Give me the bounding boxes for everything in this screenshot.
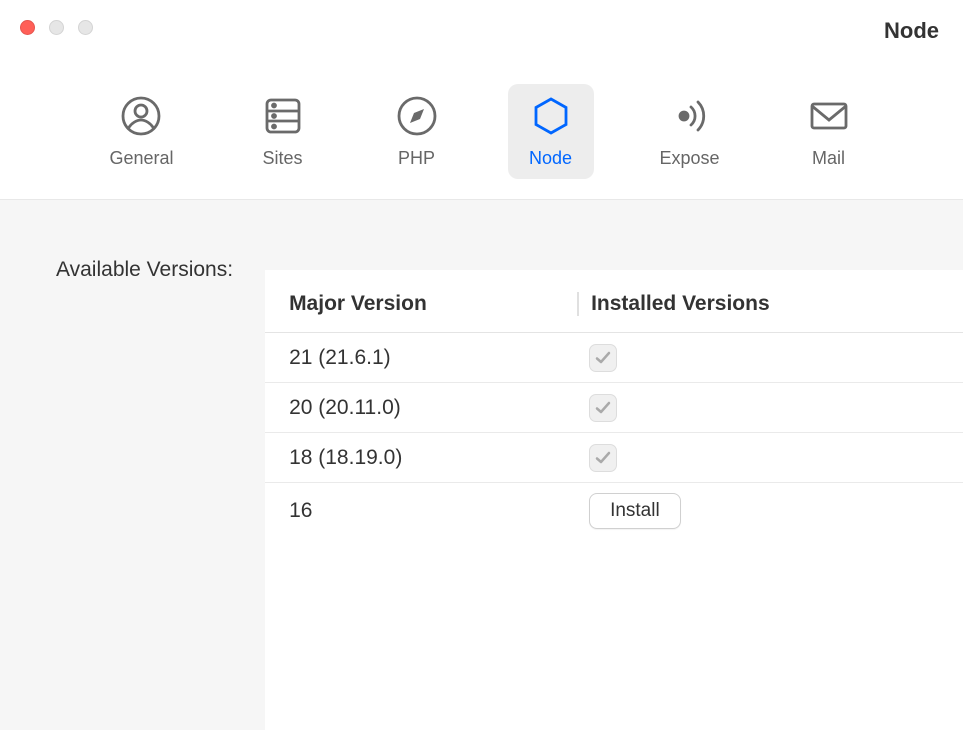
installed-checkbox[interactable] xyxy=(589,394,617,422)
tab-label: Sites xyxy=(262,148,302,169)
compass-icon xyxy=(395,94,439,138)
installed-checkbox[interactable] xyxy=(589,444,617,472)
user-circle-icon xyxy=(119,94,163,138)
titlebar: Node xyxy=(0,0,963,52)
maximize-window-button[interactable] xyxy=(78,20,93,35)
content-area: Available Versions: Major Version Instal… xyxy=(0,200,963,730)
tab-sites[interactable]: Sites xyxy=(240,84,326,179)
column-header-major: Major Version xyxy=(289,292,589,316)
window-title: Node xyxy=(884,18,939,44)
table-row: 21 (21.6.1) xyxy=(265,333,963,383)
versions-panel: Major Version Installed Versions 21 (21.… xyxy=(265,270,963,730)
checkmark-icon xyxy=(594,449,612,467)
tab-label: Mail xyxy=(812,148,845,169)
tab-mail[interactable]: Mail xyxy=(786,84,872,179)
minimize-window-button[interactable] xyxy=(49,20,64,35)
tab-expose[interactable]: Expose xyxy=(642,84,738,179)
version-label: 16 xyxy=(289,499,589,523)
version-label: 18 (18.19.0) xyxy=(289,446,589,470)
install-button[interactable]: Install xyxy=(589,493,681,529)
envelope-icon xyxy=(807,94,851,138)
installed-checkbox[interactable] xyxy=(589,344,617,372)
installed-cell: Install xyxy=(589,493,939,529)
section-label: Available Versions: xyxy=(56,256,233,730)
table-row: 18 (18.19.0) xyxy=(265,433,963,483)
preferences-toolbar: General Sites xyxy=(0,52,963,200)
installed-cell xyxy=(589,444,939,472)
tab-label: Node xyxy=(529,148,572,169)
table-header: Major Version Installed Versions xyxy=(265,270,963,333)
checkmark-icon xyxy=(594,349,612,367)
table-row: 20 (20.11.0) xyxy=(265,383,963,433)
column-header-installed: Installed Versions xyxy=(577,292,939,316)
preferences-window: Node General xyxy=(0,0,963,730)
checkmark-icon xyxy=(594,399,612,417)
tab-php[interactable]: PHP xyxy=(374,84,460,179)
tab-node[interactable]: Node xyxy=(508,84,594,179)
broadcast-icon xyxy=(668,94,712,138)
traffic-lights xyxy=(20,20,93,35)
close-window-button[interactable] xyxy=(20,20,35,35)
version-label: 20 (20.11.0) xyxy=(289,396,589,420)
tab-label: Expose xyxy=(660,148,720,169)
versions-table: Major Version Installed Versions 21 (21.… xyxy=(265,270,963,539)
version-label: 21 (21.6.1) xyxy=(289,346,589,370)
installed-cell xyxy=(589,344,939,372)
hexagon-icon xyxy=(529,94,573,138)
tab-label: PHP xyxy=(398,148,435,169)
installed-cell xyxy=(589,394,939,422)
tab-general[interactable]: General xyxy=(91,84,191,179)
tab-label: General xyxy=(109,148,173,169)
table-row: 16 Install xyxy=(265,483,963,539)
server-icon xyxy=(261,94,305,138)
